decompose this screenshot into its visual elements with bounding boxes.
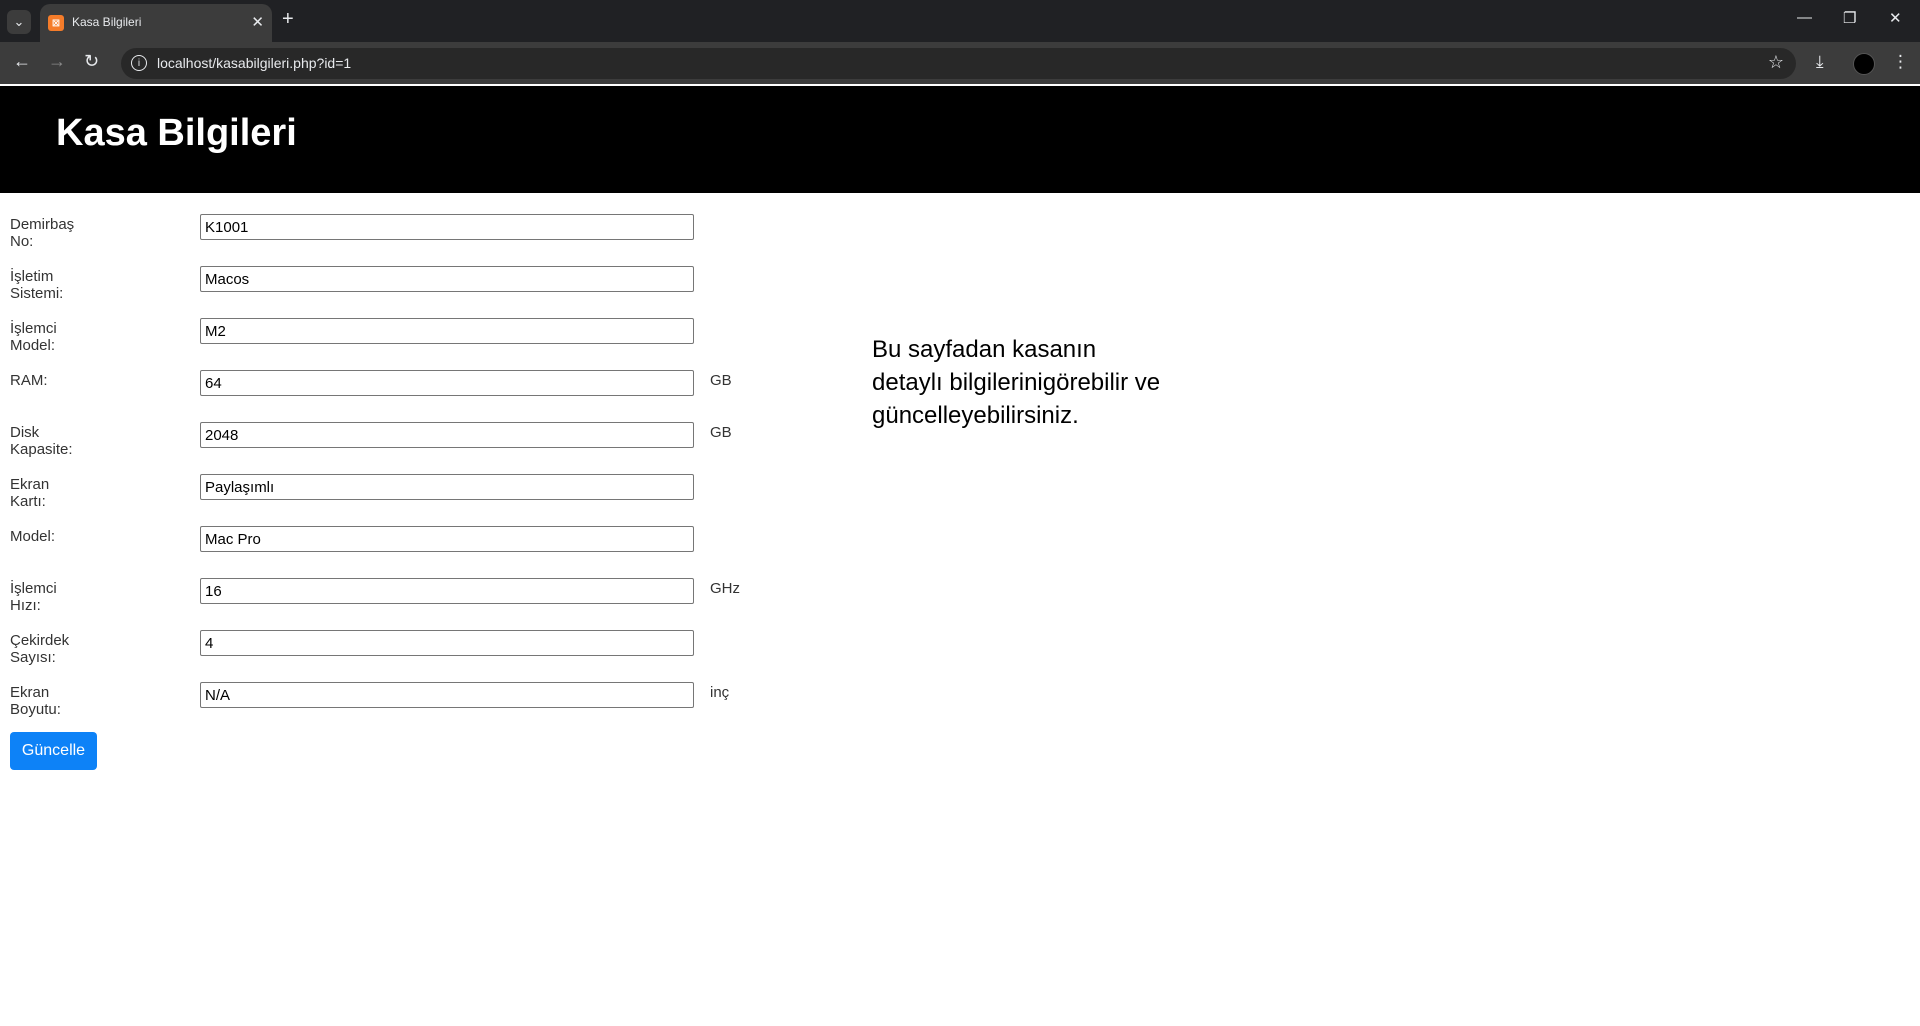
page-title: Kasa Bilgileri (56, 112, 297, 154)
profile-avatar[interactable] (1853, 53, 1875, 75)
islemci-model-input[interactable] (200, 318, 694, 344)
menu-icon[interactable]: ⋮ (1892, 52, 1909, 72)
unit-label: GB (710, 372, 732, 389)
isletim-sistemi-input[interactable] (200, 266, 694, 292)
bookmark-star-icon[interactable]: ☆ (1768, 52, 1784, 73)
ekran-karti-input[interactable] (200, 474, 694, 500)
field-label: Model: (10, 528, 56, 545)
back-icon[interactable]: ← (13, 51, 31, 72)
field-label: Ekran Boyutu: (10, 684, 61, 718)
close-window-icon[interactable]: ✕ (1889, 9, 1902, 27)
reload-icon[interactable]: ↻ (84, 51, 99, 72)
islemci-hizi-input[interactable] (200, 578, 694, 604)
ram-input[interactable] (200, 370, 694, 396)
site-info-icon[interactable]: i (131, 55, 147, 71)
guncelle-button[interactable]: Güncelle (10, 732, 97, 770)
field-label: Çekirdek Sayısı: (10, 632, 70, 666)
unit-label: inç (710, 684, 730, 701)
url-text[interactable]: localhost/kasabilgileri.php?id=1 (157, 55, 351, 71)
restore-icon[interactable]: ❐ (1843, 9, 1856, 27)
minimize-icon[interactable]: — (1797, 9, 1812, 26)
field-label: İşlemci Hızı: (10, 580, 57, 614)
disk-kapasite-input[interactable] (200, 422, 694, 448)
page-header: Kasa Bilgileri (0, 86, 1920, 193)
download-icon[interactable]: ⤓ (1816, 52, 1824, 72)
browser-tab[interactable]: ⊠ Kasa Bilgileri ✕ (40, 4, 272, 42)
close-tab-icon[interactable]: ✕ (251, 13, 264, 31)
field-label: RAM: (10, 372, 48, 389)
model-input[interactable] (200, 526, 694, 552)
field-label: İşletim Sistemi: (10, 268, 64, 302)
tab-search-icon[interactable]: ⌄ (7, 10, 31, 34)
field-label: Disk Kapasite: (10, 424, 73, 458)
unit-label: GHz (710, 580, 740, 597)
browser-toolbar: ← → ↻ i localhost/kasabilgileri.php?id=1… (0, 42, 1920, 84)
address-bar[interactable]: i localhost/kasabilgileri.php?id=1 ☆ (121, 48, 1796, 79)
cekirdek-sayisi-input[interactable] (200, 630, 694, 656)
xampp-icon: ⊠ (48, 15, 64, 31)
forward-icon[interactable]: → (48, 51, 66, 72)
tab-strip: ⌄ ⊠ Kasa Bilgileri ✕ + — ❐ ✕ (0, 0, 1920, 42)
field-label: İşlemci Model: (10, 320, 57, 354)
tab-title: Kasa Bilgileri (72, 15, 142, 29)
info-text: Bu sayfadan kasanın detaylı bilgilerinig… (872, 336, 1161, 429)
field-label: Demirbaş No: (10, 216, 75, 250)
demirbas-no-input[interactable] (200, 214, 694, 240)
unit-label: GB (710, 424, 732, 441)
field-label: Ekran Kartı: (10, 476, 50, 510)
new-tab-icon[interactable]: + (282, 8, 294, 31)
ekran-boyutu-input[interactable] (200, 682, 694, 708)
